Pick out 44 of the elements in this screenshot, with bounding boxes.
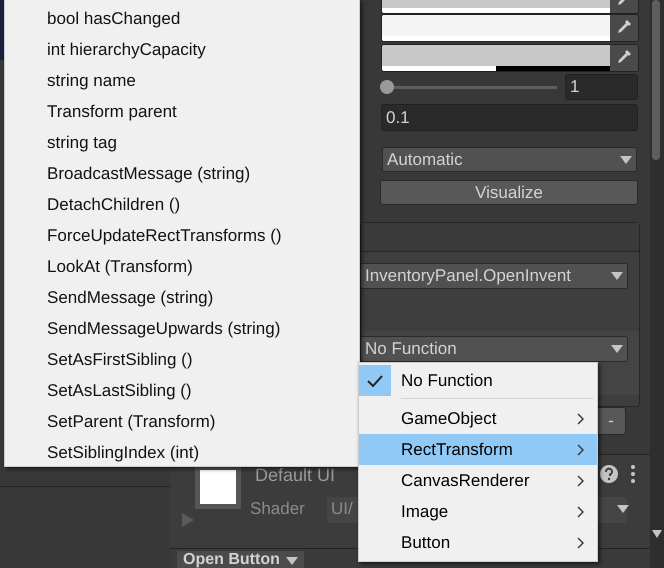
menu-item[interactable]: No Function xyxy=(359,365,597,396)
menu-item[interactable]: int hierarchyCapacity xyxy=(5,34,359,65)
menu-item[interactable]: LookAt (Transform) xyxy=(5,251,359,282)
color-field[interactable] xyxy=(381,44,639,72)
open-button-tab[interactable]: Open Button xyxy=(177,551,304,568)
menu-item[interactable]: SendMessage (string) xyxy=(5,282,359,313)
number-field[interactable]: 1 xyxy=(565,74,638,100)
function-dropdown[interactable]: No Function xyxy=(360,336,628,362)
shader-label: Shader xyxy=(250,499,305,519)
more-icon[interactable] xyxy=(631,465,635,483)
menu-item[interactable]: BroadcastMessage (string) xyxy=(5,158,359,189)
color-field[interactable] xyxy=(381,14,639,42)
menu-item[interactable]: SendMessageUpwards (string) xyxy=(5,313,359,344)
caret-icon xyxy=(617,505,629,513)
scroll-down-icon[interactable] xyxy=(652,530,662,538)
menu-item[interactable]: DetachChildren () xyxy=(5,189,359,220)
material-name: Default UI xyxy=(255,465,336,486)
function-dropdown[interactable]: InventoryPanel.OpenInvent xyxy=(360,263,628,289)
menu-item[interactable]: RectTransform xyxy=(359,434,597,465)
caret-icon xyxy=(620,156,632,164)
remove-button[interactable]: - xyxy=(596,407,626,435)
menu-item[interactable]: GameObject xyxy=(359,403,597,434)
caret-icon xyxy=(611,345,623,353)
menu-item[interactable]: SetParent (Transform) xyxy=(5,406,359,437)
menu-item[interactable]: SetAsFirstSibling () xyxy=(5,344,359,375)
help-icon[interactable] xyxy=(600,465,618,483)
mode-dropdown[interactable]: Automatic xyxy=(382,147,637,172)
menu-item[interactable]: string tag xyxy=(5,127,359,158)
material-thumbnail xyxy=(195,465,241,509)
number-field[interactable]: 0.1 xyxy=(381,104,638,131)
caret-icon xyxy=(611,272,623,280)
menu-item[interactable]: bool hasChanged xyxy=(5,3,359,34)
visualize-button[interactable]: Visualize xyxy=(380,180,638,205)
menu-item[interactable]: SetSiblingIndex (int) xyxy=(5,437,359,468)
menu-item[interactable]: Transform parent xyxy=(5,96,359,127)
caret-icon[interactable] xyxy=(286,557,298,565)
scrollbar-thumb[interactable] xyxy=(652,0,660,160)
menu-item[interactable]: string name xyxy=(5,65,359,96)
menu-item[interactable]: SetAsLastSibling () xyxy=(5,375,359,406)
menu-item[interactable]: CanvasRenderer xyxy=(359,465,597,496)
menu-item[interactable]: Button xyxy=(359,527,597,558)
check-icon xyxy=(367,374,383,386)
menu-item[interactable]: ForceUpdateRectTransforms () xyxy=(5,220,359,251)
menu-item[interactable]: Image xyxy=(359,496,597,527)
